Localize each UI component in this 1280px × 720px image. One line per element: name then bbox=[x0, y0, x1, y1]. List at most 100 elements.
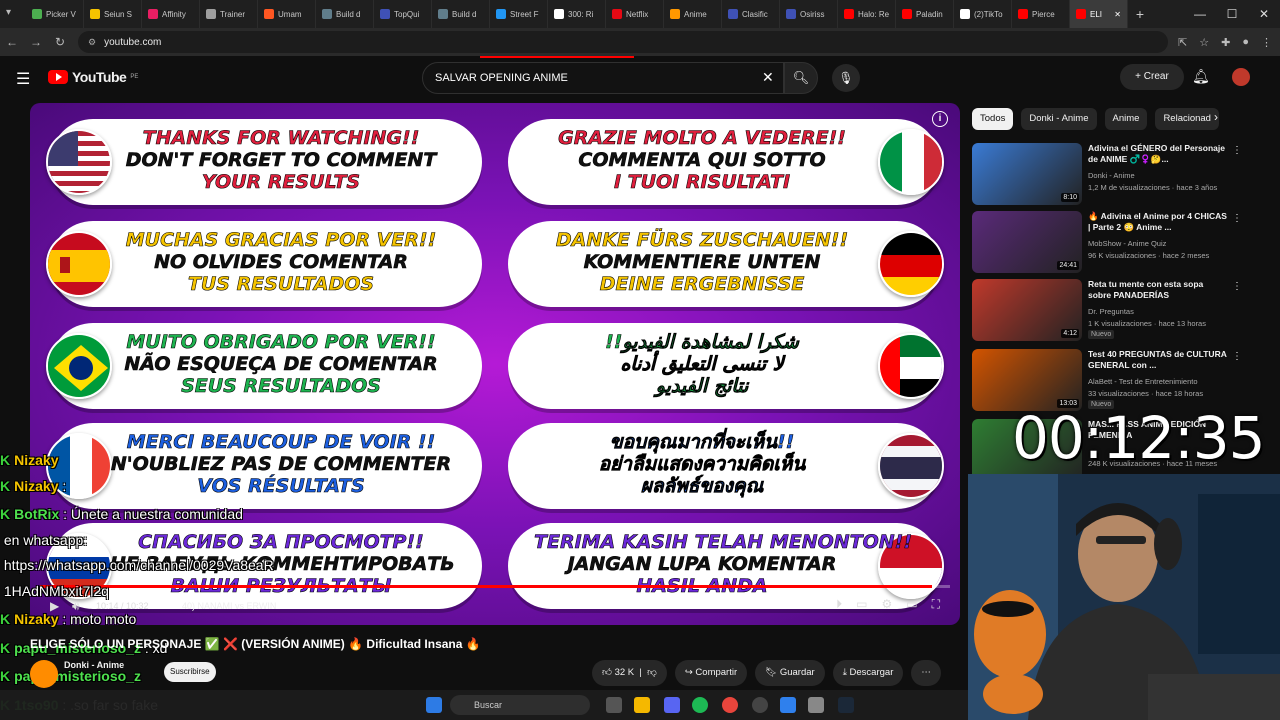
maximize-icon[interactable]: ☐ bbox=[1216, 0, 1248, 28]
site-info-icon[interactable]: ⚙ bbox=[88, 37, 96, 48]
browser-tab[interactable]: Affinity bbox=[142, 0, 200, 28]
chat-message: en whatsapp: bbox=[0, 532, 87, 548]
chevron-right-icon[interactable]: › bbox=[1214, 110, 1218, 124]
file-explorer-icon[interactable] bbox=[634, 697, 650, 713]
filter-chip[interactable]: Relacionad bbox=[1155, 108, 1219, 130]
browser-tab[interactable]: Seiun S bbox=[84, 0, 142, 28]
browser-tab[interactable]: (2)TikTo bbox=[954, 0, 1012, 28]
app-icon[interactable] bbox=[808, 697, 824, 713]
back-icon[interactable]: ← bbox=[0, 35, 24, 49]
browser-tab[interactable]: Osiriss bbox=[780, 0, 838, 28]
subscribe-button[interactable]: Suscribirse bbox=[164, 662, 216, 682]
close-window-icon[interactable]: ✕ bbox=[1248, 0, 1280, 28]
banner-text-line: DON'T FORGET TO COMMENT bbox=[125, 149, 437, 172]
browser-tab[interactable]: Build d bbox=[316, 0, 374, 28]
dislike-icon[interactable]: 👎︎ bbox=[647, 667, 657, 678]
browser-tab[interactable]: Paladin bbox=[896, 0, 954, 28]
settings-gear-icon[interactable]: ⚙ bbox=[881, 597, 892, 612]
more-actions-button[interactable]: ⋯ bbox=[911, 660, 941, 686]
obs-icon[interactable] bbox=[752, 697, 768, 713]
browser-tab[interactable]: Pierce bbox=[1012, 0, 1070, 28]
tab-search-icon[interactable]: ▾ bbox=[6, 7, 11, 18]
browser-tab[interactable]: Street F bbox=[490, 0, 548, 28]
search-button[interactable]: 🔍︎ bbox=[784, 62, 818, 94]
more-options-icon[interactable]: ⋮ bbox=[1232, 351, 1242, 362]
browser-tab[interactable]: TopQui bbox=[374, 0, 432, 28]
browser-tab[interactable]: Trainer bbox=[200, 0, 258, 28]
related-video[interactable]: 24:41 🔥 Adivina el Anime por 4 CHICAS | P… bbox=[972, 211, 1242, 275]
autoplay-toggle-icon[interactable]: ⏵ bbox=[836, 597, 842, 612]
steam-icon[interactable] bbox=[838, 697, 854, 713]
clear-search-icon[interactable]: ✕ bbox=[762, 69, 774, 86]
video-player[interactable]: THANKS FOR WATCHING!! DON'T FORGET TO COM… bbox=[30, 103, 960, 625]
video-thumbnail[interactable]: 13:03 bbox=[972, 349, 1082, 411]
close-tab-icon[interactable]: ✕ bbox=[1114, 10, 1121, 19]
spotify-icon[interactable] bbox=[692, 697, 708, 713]
notifications-bell-icon[interactable]: 🔔︎ bbox=[1192, 68, 1210, 85]
browser-tab[interactable]: Anime bbox=[664, 0, 722, 28]
browser-tab[interactable]: ELI ✕ bbox=[1070, 0, 1128, 28]
browser-tab[interactable]: Picker V bbox=[26, 0, 84, 28]
install-icon[interactable]: ⇱ bbox=[1178, 36, 1187, 49]
related-video[interactable]: 8:10 Adivina el GÉNERO del Personaje de A… bbox=[972, 143, 1242, 207]
chrome-icon[interactable] bbox=[722, 697, 738, 713]
avatar[interactable] bbox=[1232, 68, 1250, 86]
new-tab-icon[interactable]: + bbox=[1128, 6, 1152, 22]
save-button[interactable]: 🔖︎ Guardar bbox=[755, 660, 825, 686]
taskbar-search[interactable]: Buscar bbox=[450, 695, 590, 715]
task-view-icon[interactable] bbox=[606, 697, 622, 713]
related-channel[interactable]: MobShow - Anime Quiz bbox=[1088, 239, 1166, 248]
fullscreen-icon[interactable]: ⛶ bbox=[932, 597, 940, 612]
related-title[interactable]: 🔥 Adivina el Anime por 4 CHICAS | Parte … bbox=[1088, 211, 1228, 233]
share-button[interactable]: ↪ Compartir bbox=[674, 660, 748, 686]
browser-tab[interactable]: Netflix bbox=[606, 0, 664, 28]
menu-icon[interactable]: ☰ bbox=[16, 69, 30, 89]
more-options-icon[interactable]: ⋮ bbox=[1232, 281, 1242, 292]
extensions-icon[interactable]: ✚ bbox=[1221, 36, 1230, 49]
theater-mode-icon[interactable]: ▭ bbox=[906, 597, 917, 612]
subtitles-icon[interactable]: ▭ bbox=[856, 597, 867, 612]
reload-icon[interactable]: ↻ bbox=[48, 35, 72, 49]
create-button[interactable]: + Crear bbox=[1120, 64, 1184, 90]
bookmark-star-icon[interactable]: ☆ bbox=[1199, 36, 1209, 49]
related-title[interactable]: Adivina el GÉNERO del Personaje de ANIME… bbox=[1088, 143, 1228, 165]
video-chapter[interactable]: 40) NANAMI vs ERWIN bbox=[182, 601, 276, 611]
profile-icon[interactable]: ● bbox=[1242, 36, 1249, 49]
youtube-logo[interactable]: YouTube PE bbox=[48, 69, 138, 85]
more-options-icon[interactable]: ⋮ bbox=[1232, 213, 1242, 224]
info-icon[interactable]: i bbox=[932, 111, 948, 127]
filter-chip[interactable]: Todos bbox=[972, 108, 1014, 130]
app-icon[interactable] bbox=[780, 697, 796, 713]
filter-chip[interactable]: Donki - Anime bbox=[1021, 108, 1097, 130]
browser-tab[interactable]: Clasific bbox=[722, 0, 780, 28]
video-thumbnail[interactable]: 8:10 bbox=[972, 143, 1082, 205]
download-button[interactable]: ⤓ Descargar bbox=[832, 660, 904, 686]
related-channel[interactable]: Dr. Preguntas bbox=[1088, 307, 1134, 316]
filter-chip[interactable]: Anime bbox=[1104, 108, 1148, 130]
like-button[interactable]: 👍︎ 32 K | 👎︎ bbox=[592, 660, 667, 686]
more-options-icon[interactable]: ⋮ bbox=[1232, 145, 1242, 156]
discord-icon[interactable] bbox=[664, 697, 680, 713]
related-title[interactable]: Reta tu mente con esta sopa sobre PANADE… bbox=[1088, 279, 1228, 301]
related-title[interactable]: Test 40 PREGUNTAS de CULTURA GENERAL con… bbox=[1088, 349, 1228, 371]
search-input[interactable]: SALVAR OPENING ANIME bbox=[422, 62, 784, 94]
related-channel[interactable]: AlaBett - Test de Entretenimiento bbox=[1088, 377, 1198, 386]
related-meta: 1 K visualizaciones · hace 13 horas bbox=[1088, 319, 1206, 328]
browser-menu-icon[interactable]: ⋮ bbox=[1261, 36, 1272, 49]
browser-tab[interactable]: Build d bbox=[432, 0, 490, 28]
windows-start-icon[interactable] bbox=[426, 697, 442, 713]
video-thumbnail[interactable]: 24:41 bbox=[972, 211, 1082, 273]
video-thumbnail[interactable]: 4:12 bbox=[972, 279, 1082, 341]
forward-icon[interactable]: → bbox=[24, 35, 48, 49]
channel-name[interactable]: Donki - Anime bbox=[64, 660, 124, 670]
related-channel[interactable]: Donki - Anime bbox=[1088, 171, 1135, 180]
url-field[interactable]: ⚙ youtube.com bbox=[78, 31, 1168, 53]
voice-search-button[interactable]: 🎙︎ bbox=[832, 64, 860, 92]
browser-tab[interactable]: Umam bbox=[258, 0, 316, 28]
browser-tab[interactable]: 300: Ri bbox=[548, 0, 606, 28]
related-video[interactable]: 4:12 Reta tu mente con esta sopa sobre PA… bbox=[972, 279, 1242, 343]
minimize-icon[interactable]: — bbox=[1184, 0, 1216, 28]
browser-tab[interactable]: Halo: Re bbox=[838, 0, 896, 28]
channel-avatar[interactable] bbox=[30, 660, 58, 688]
video-progress-bar[interactable] bbox=[40, 585, 950, 588]
